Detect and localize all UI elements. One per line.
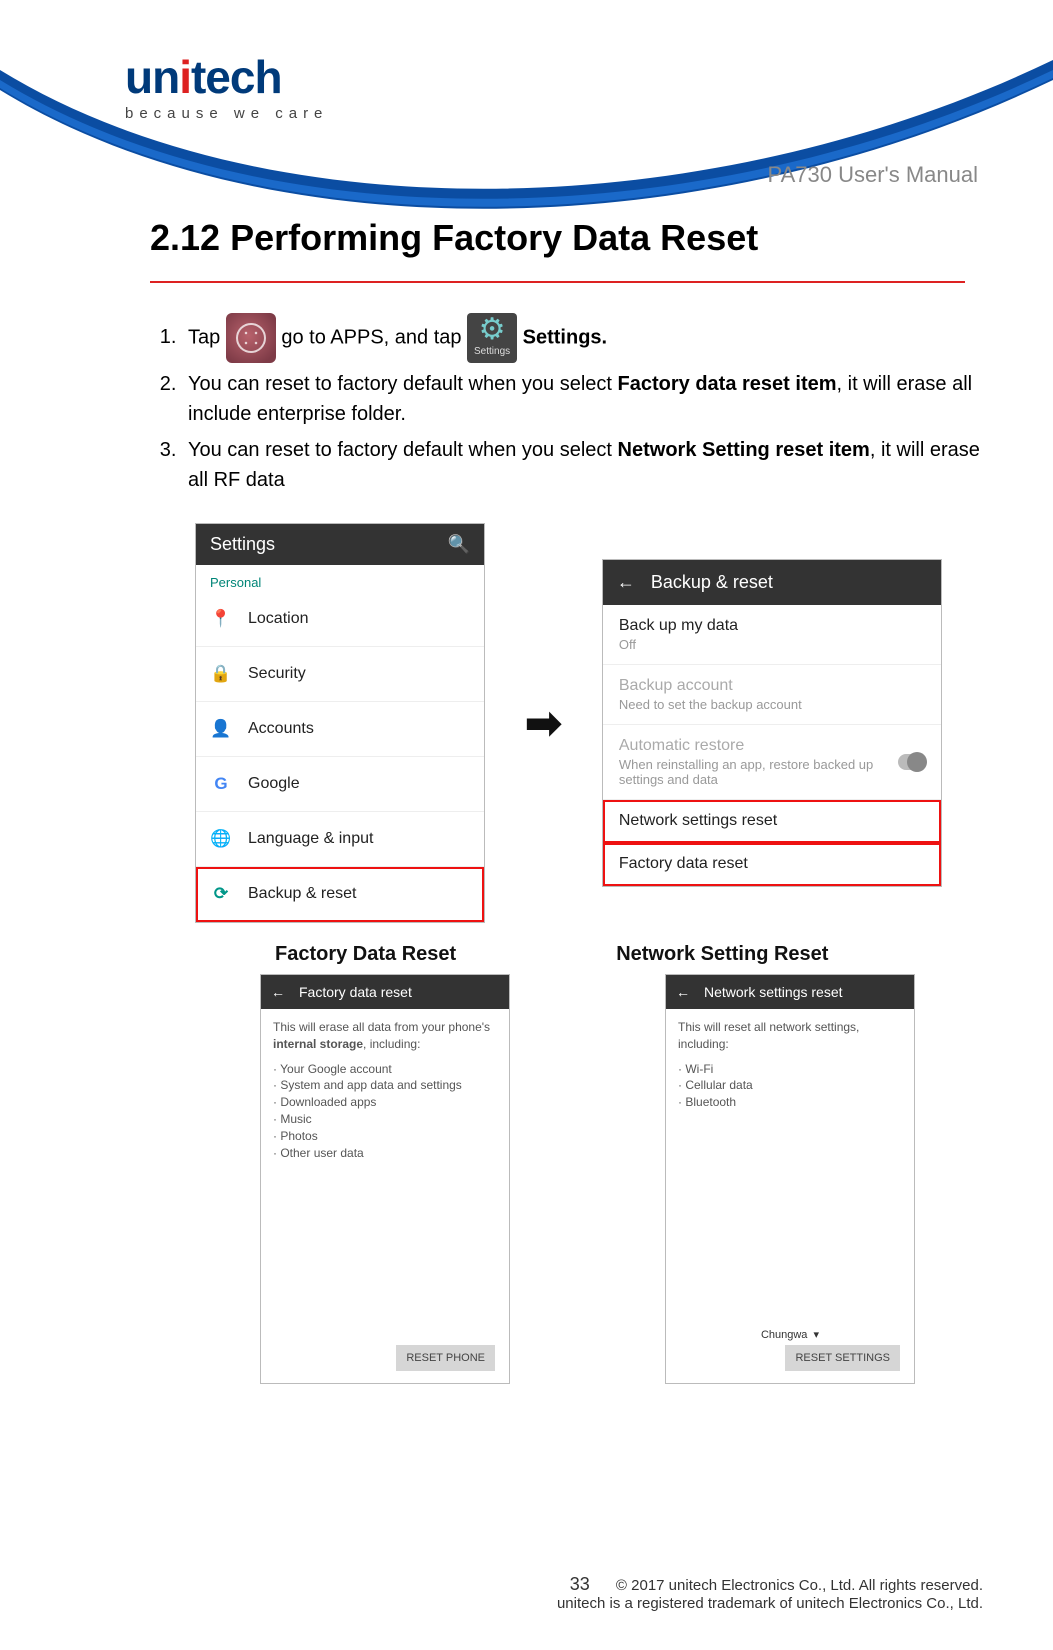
accounts-icon: 👤 [210,718,232,740]
fdr-title: Factory data reset [299,984,412,1000]
section-heading: 2.12 Performing Factory Data Reset [150,217,983,259]
search-icon[interactable]: 🔍 [448,534,470,555]
fdr-bullet: Other user data [273,1145,497,1162]
factory-data-reset-screenshot: ← Factory data reset This will erase all… [260,974,510,1384]
backup-item-sub: When reinstalling an app, restore backed… [619,757,898,787]
nsr-title: Network settings reset [704,984,843,1000]
step-1: Tap go to APPS, and tap Settings. [182,313,983,363]
settings-row-location[interactable]: 📍 Location [196,592,484,647]
google-icon: G [210,773,232,795]
backup-item-label: Backup account [619,677,925,695]
settings-section-label: Personal [196,565,484,592]
settings-row-security[interactable]: 🔒 Security [196,647,484,702]
page-footer: 33 © 2017 unitech Electronics Co., Ltd. … [0,1574,983,1612]
section-rule [150,281,965,283]
backup-item-sub: Off [619,637,925,652]
fdr-lead: This will erase all data from your phone… [273,1019,497,1053]
caption-network-setting-reset: Network Setting Reset [616,943,828,966]
nsr-bullet: Cellular data [678,1077,902,1094]
logo-tagline: because we care [125,105,983,122]
backup-item-label: Back up my data [619,617,925,635]
backup-item-label: Network settings reset [619,812,925,830]
backup-item-backup-account: Backup account Need to set the backup acc… [603,665,941,725]
settings-row-label: Backup & reset [248,885,357,903]
backup-title: Backup & reset [651,572,773,593]
back-icon[interactable]: ← [271,984,285,1000]
page-number: 33 [570,1574,590,1595]
apps-icon [226,313,276,363]
backup-item-automatic-restore: Automatic restore When reinstalling an ap… [603,725,941,800]
fdr-bullet: Photos [273,1128,497,1145]
settings-row-label: Location [248,610,309,628]
logo-left: un [125,51,179,103]
fdr-bullets: Your Google accountSystem and app data a… [273,1061,497,1162]
fdr-bullet: System and app data and settings [273,1077,497,1094]
document-title: PA730 User's Manual [768,162,978,188]
settings-row-label: Accounts [248,720,314,738]
reset-settings-button[interactable]: RESET SETTINGS [785,1345,900,1371]
backup-item-label: Factory data reset [619,855,925,873]
brand-logo: unitech because we care [125,50,983,122]
settings-row-language-input[interactable]: 🌐 Language & input [196,812,484,867]
arrow-right-icon: ➡ [525,698,562,749]
backup-item-label: Automatic restore [619,737,898,755]
backup-item-network-settings-reset[interactable]: Network settings reset [603,800,941,843]
settings-row-accounts[interactable]: 👤 Accounts [196,702,484,757]
nsr-bullet: Bluetooth [678,1094,902,1111]
carrier-label: Chungwa ▾ [666,1328,914,1341]
copyright-line-1: © 2017 unitech Electronics Co., Ltd. All… [616,1577,983,1594]
security-icon: 🔒 [210,663,232,685]
language-input-icon: 🌐 [210,828,232,850]
settings-row-backup-reset[interactable]: ⟳ Backup & reset [196,867,484,922]
settings-row-label: Google [248,775,300,793]
back-icon[interactable]: ← [676,984,690,1000]
network-settings-reset-screenshot: ← Network settings reset This will reset… [665,974,915,1384]
backup-reset-screenshot: ← Backup & reset Back up my data Off Backu… [602,559,942,887]
caption-factory-data-reset: Factory Data Reset [275,943,456,966]
instruction-list: Tap go to APPS, and tap Settings. You ca… [150,313,983,495]
step-3: You can reset to factory default when yo… [182,435,983,495]
logo-right: tech [191,51,282,103]
back-icon[interactable]: ← [617,572,635,593]
backup-item-factory-data-reset[interactable]: Factory data reset [603,843,941,886]
nsr-lead: This will reset all network settings, in… [678,1019,902,1053]
nsr-bullets: Wi-FiCellular dataBluetooth [678,1061,902,1111]
logo-dot: i [179,51,191,103]
copyright-line-2: unitech is a registered trademark of uni… [557,1595,983,1612]
settings-row-label: Language & input [248,830,373,848]
settings-app-icon [467,313,517,363]
backup-item-sub: Need to set the backup account [619,697,925,712]
settings-row-google[interactable]: G Google [196,757,484,812]
settings-title: Settings [210,534,275,555]
automatic-restore-toggle [898,754,925,770]
backup-item-back-up-my-data[interactable]: Back up my data Off [603,605,941,665]
reset-phone-button[interactable]: RESET PHONE [396,1345,495,1371]
step-2: You can reset to factory default when yo… [182,369,983,429]
fdr-bullet: Your Google account [273,1061,497,1078]
fdr-bullet: Music [273,1111,497,1128]
fdr-bullet: Downloaded apps [273,1094,497,1111]
settings-screenshot: Settings 🔍 Personal 📍 Location 🔒 Security 👤 A… [195,523,485,923]
backup-reset-icon: ⟳ [210,883,232,905]
nsr-bullet: Wi-Fi [678,1061,902,1078]
settings-row-label: Security [248,665,306,683]
location-icon: 📍 [210,608,232,630]
